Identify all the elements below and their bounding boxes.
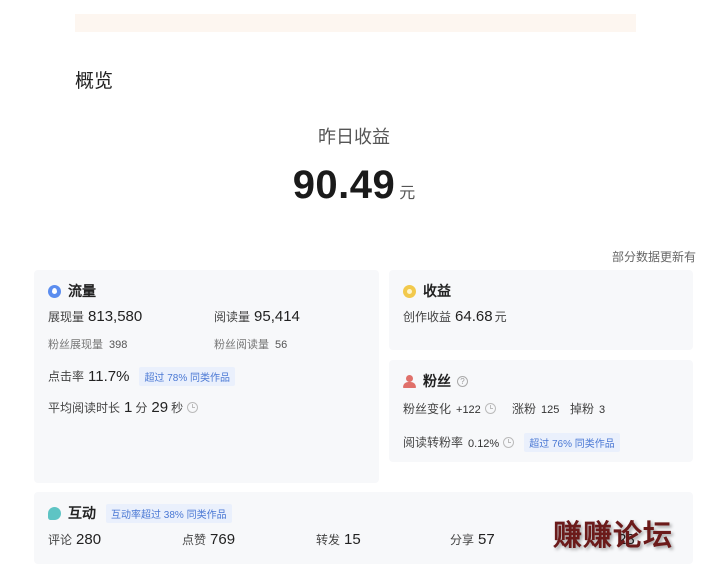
impressions-value: 813,580	[88, 308, 143, 325]
ctr-value: 11.7%	[88, 367, 130, 385]
read-to-fan-metric: 阅读转粉率 0.12% 超过 76% 同类作品	[403, 433, 620, 452]
fans-change-label: 粉丝变化	[403, 402, 452, 416]
reads-value: 95,414	[254, 308, 300, 325]
likes-value: 769	[210, 531, 236, 548]
fan-reads-label: 粉丝阅读量	[214, 339, 269, 351]
fans-loss-label: 掉粉	[570, 402, 595, 416]
reposts-label: 转发	[316, 533, 341, 547]
fans-gain-value: 125	[541, 404, 560, 416]
avg-read-time-minutes: 1	[124, 399, 133, 416]
comments-metric: 评论 280	[48, 531, 101, 549]
fan-reads-metric: 粉丝阅读量 56	[214, 335, 287, 353]
yesterday-income-unit: 元	[399, 185, 416, 202]
creation-income-unit: 元	[494, 310, 507, 324]
yesterday-income-value: 90.49	[292, 163, 396, 207]
read-to-fan-badge: 超过 76% 同类作品	[524, 433, 620, 452]
coin-icon	[403, 284, 416, 298]
person-icon	[403, 374, 416, 388]
impressions-label: 展现量	[48, 310, 85, 324]
likes-metric: 点赞 769	[182, 531, 235, 549]
comments-label: 评论	[48, 533, 73, 547]
income-card: 收益 创作收益 64.68 元	[389, 270, 693, 350]
fans-card-title: 粉丝	[423, 373, 451, 389]
fan-impressions-metric: 粉丝展现量 398	[48, 335, 127, 353]
creation-income-label: 创作收益	[403, 310, 452, 324]
fan-impressions-label: 粉丝展现量	[48, 339, 103, 351]
fans-change-value: +122	[456, 404, 481, 416]
interaction-card-header: 互动 互动率超过 38% 同类作品	[48, 503, 232, 523]
yesterday-income: 90.49 元	[0, 163, 708, 208]
avg-read-time-seconds-unit: 秒	[171, 401, 184, 415]
shares-label: 分享	[450, 533, 475, 547]
chat-icon	[48, 506, 61, 520]
reads-metric: 阅读量 95,414	[214, 308, 300, 326]
page-title: 概览	[75, 71, 114, 92]
reposts-metric: 转发 15	[316, 531, 361, 549]
fans-card-header: 粉丝 ?	[403, 371, 468, 391]
impressions-metric: 展现量 813,580	[48, 308, 142, 326]
avg-read-time-minutes-unit: 分	[135, 401, 148, 415]
shares-metric: 分享 57	[450, 531, 495, 549]
fans-loss-value: 3	[599, 404, 606, 416]
update-note: 部分数据更新有	[611, 250, 696, 264]
fan-impressions-value: 398	[109, 339, 128, 351]
interaction-badge: 互动率超过 38% 同类作品	[106, 503, 232, 523]
avg-read-time-label: 平均阅读时长	[48, 401, 121, 415]
clock-icon[interactable]	[503, 437, 515, 448]
traffic-card-title: 流量	[68, 283, 96, 299]
comments-value: 280	[76, 531, 102, 548]
traffic-card-header: 流量	[48, 281, 96, 301]
creation-income-metric: 创作收益 64.68 元	[403, 308, 507, 326]
likes-label: 点赞	[182, 533, 207, 547]
ctr-metric: 点击率 11.7% 超过 78% 同类作品	[48, 367, 236, 386]
read-to-fan-label: 阅读转粉率	[403, 435, 464, 450]
fan-reads-value: 56	[275, 339, 288, 351]
shares-value: 57	[478, 531, 495, 548]
fans-gain-metric: 涨粉 125	[512, 400, 559, 418]
interaction-card-title: 互动	[68, 505, 96, 521]
fans-card: 粉丝 ? 粉丝变化 +122 涨粉 125 掉粉 3 阅读转粉率 0.12% 超过 76%…	[389, 360, 693, 462]
avg-read-time-metric: 平均阅读时长 1 分 29 秒	[48, 399, 199, 417]
drop-icon	[48, 284, 61, 298]
reads-label: 阅读量	[214, 310, 251, 324]
fans-change-metric: 粉丝变化 +122	[403, 400, 496, 418]
income-card-title: 收益	[423, 283, 451, 299]
reposts-value: 15	[344, 531, 361, 548]
help-icon[interactable]: ?	[457, 375, 468, 387]
fans-gain-label: 涨粉	[512, 402, 537, 416]
forum-watermark: 赚赚论坛	[553, 520, 674, 552]
creation-income-value: 64.68	[455, 308, 493, 325]
avg-read-time-seconds: 29	[151, 399, 169, 416]
ctr-label: 点击率	[48, 369, 85, 384]
income-card-header: 收益	[403, 281, 451, 301]
yesterday-income-label: 昨日收益	[318, 127, 390, 147]
traffic-card: 流量 展现量 813,580 阅读量 95,414 粉丝展现量 398 粉丝阅读量 56…	[34, 270, 379, 483]
top-banner	[75, 14, 636, 32]
clock-icon[interactable]	[484, 403, 496, 415]
read-to-fan-value: 0.12%	[468, 437, 500, 450]
clock-icon[interactable]	[187, 402, 199, 414]
fans-loss-metric: 掉粉 3	[570, 400, 605, 418]
ctr-badge: 超过 78% 同类作品	[139, 367, 236, 386]
